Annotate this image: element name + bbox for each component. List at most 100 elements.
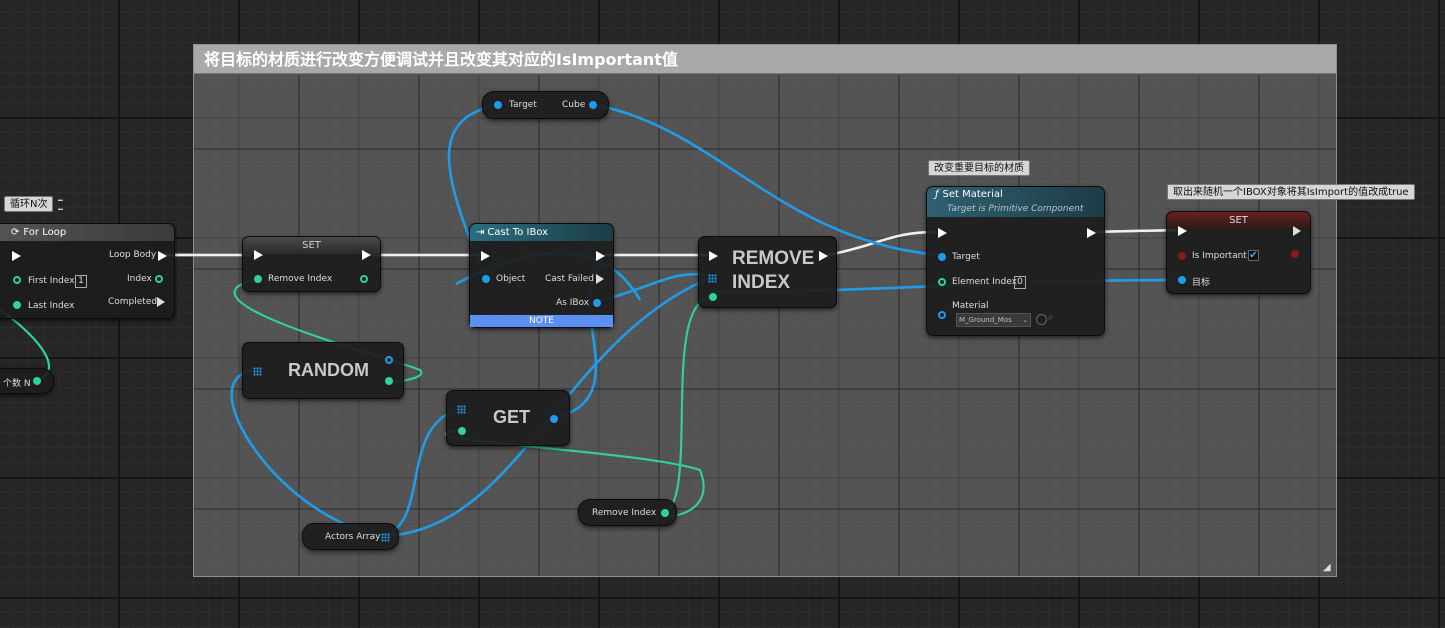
set-material-comment-text: 改变重要目标的材质 — [934, 163, 1024, 174]
set-title: SET — [302, 240, 321, 251]
set-important-comment-text: 取出来随机一个IBOX对象将其IsImport的值改成true — [1173, 187, 1409, 198]
remove-index-node[interactable]: REMOVE INDEX — [698, 236, 837, 308]
pin-icon[interactable]: ━ ━ — [58, 196, 63, 214]
for-loop-title: For Loop — [23, 227, 67, 238]
count-n-node[interactable]: 个数 N — [0, 368, 54, 394]
set-exec-in-pin[interactable] — [254, 250, 263, 260]
random-label: RANDOM — [288, 360, 369, 380]
wires-overlay — [0, 103, 1181, 538]
loop-body-label: Loop Body — [109, 250, 157, 260]
set-important-node[interactable]: SET Is Important ✔ 目标 — [1166, 211, 1311, 294]
remove-index-in-pin[interactable] — [709, 293, 717, 301]
set-material-header: ƒ Set Material Target is Primitive Compon… — [927, 187, 1104, 217]
loop-body-pin[interactable] — [158, 251, 167, 261]
set-remove-index-pin[interactable] — [254, 275, 262, 283]
for-loop-header: ⟳ For Loop — [0, 224, 174, 241]
cube-label: Cube — [562, 100, 586, 110]
set-important-target-label: 目标 — [1192, 278, 1211, 288]
is-important-label: Is Important — [1192, 251, 1247, 261]
get-node[interactable]: GET — [446, 390, 570, 446]
is-important-checkbox[interactable]: ✔ — [1248, 250, 1259, 261]
cast-note-bar[interactable]: NOTE — [470, 315, 613, 327]
cube-out-pin[interactable] — [589, 101, 597, 109]
set-header: SET — [243, 237, 380, 254]
get-index-pin[interactable] — [458, 427, 466, 435]
index-pin[interactable] — [155, 275, 163, 283]
loop-icon: ⟳ — [11, 227, 20, 238]
cast-object-label: Object — [496, 274, 526, 284]
cast-title: Cast To IBox — [487, 227, 549, 238]
first-index-pin[interactable] — [13, 276, 21, 284]
last-index-pin[interactable] — [13, 301, 21, 309]
set-material-node[interactable]: ƒ Set Material Target is Primitive Compon… — [926, 186, 1105, 336]
element-index-pin[interactable] — [938, 278, 946, 286]
last-index-label: Last Index — [28, 301, 75, 311]
get-out-pin[interactable] — [550, 415, 558, 423]
cast-failed-label: Cast Failed — [545, 274, 594, 284]
cast-icon: ⇥ — [476, 227, 485, 238]
set-material-exec-in-pin[interactable] — [938, 228, 947, 238]
remove-array-in-icon[interactable] — [708, 274, 717, 283]
cast-header: ⇥ Cast To IBox — [470, 224, 613, 241]
cube-target-pin[interactable] — [494, 101, 502, 109]
set-material-target-label: Target — [952, 252, 980, 262]
set-material-subtitle: Target is Primitive Component — [947, 204, 1084, 214]
as-ibox-pin[interactable] — [593, 299, 601, 307]
remove-exec-in-pin[interactable] — [709, 251, 718, 261]
loop-comment-text: 循环N次 — [10, 199, 48, 210]
set-important-comment-bubble[interactable]: 取出来随机一个IBOX对象将其IsImport的值改成true — [1167, 184, 1415, 200]
cast-to-ibox-node[interactable]: ⇥ Cast To IBox Object Cast Failed As IBox… — [469, 223, 614, 328]
search-icon[interactable]: ⌕ — [1048, 312, 1054, 323]
first-index-label: First Index — [28, 276, 75, 286]
count-n-pin[interactable] — [33, 377, 41, 385]
remove-exec-out-pin[interactable] — [819, 251, 828, 261]
remove-index-var-label: Remove Index — [592, 508, 657, 518]
random-node[interactable]: RANDOM — [242, 342, 404, 399]
set-material-comment-bubble[interactable]: 改变重要目标的材质 — [928, 160, 1030, 176]
actors-array-node[interactable]: Actors Array — [302, 523, 399, 550]
loop-comment-bubble[interactable]: 循环N次 — [4, 196, 54, 212]
cast-exec-in-pin[interactable] — [481, 251, 490, 261]
get-label: GET — [493, 407, 531, 427]
set-material-exec-out-pin[interactable] — [1087, 228, 1096, 238]
random-array-in-icon[interactable] — [253, 367, 262, 376]
cube-target-label: Target — [509, 100, 537, 110]
random-index-pin[interactable] — [385, 377, 393, 385]
for-loop-node[interactable]: ⟳ For Loop Loop Body First Index 1 Index … — [0, 223, 175, 319]
index-label: Index — [127, 274, 152, 284]
set-important-exec-in-pin[interactable] — [1178, 226, 1187, 236]
cast-object-pin[interactable] — [482, 275, 490, 283]
set-important-exec-out-pin[interactable] — [1293, 226, 1301, 236]
material-select[interactable]: M_Ground_Mos ⌄ — [956, 313, 1031, 327]
remove-label-line1: REMOVE — [732, 248, 815, 269]
set-remove-index-out-pin[interactable] — [360, 275, 368, 283]
set-important-title: SET — [1229, 215, 1248, 226]
set-material-title: Set Material — [942, 189, 1003, 200]
completed-pin[interactable] — [157, 297, 165, 307]
set-important-header: SET — [1167, 212, 1310, 229]
actors-array-out-icon[interactable] — [381, 533, 390, 542]
cube-get-node[interactable]: Target Cube — [482, 91, 609, 119]
first-index-value[interactable]: 1 — [75, 275, 87, 288]
cast-failed-pin[interactable] — [596, 274, 604, 284]
is-important-pin[interactable] — [1178, 252, 1186, 260]
material-pin[interactable] — [938, 311, 946, 319]
is-important-out-pin[interactable] — [1291, 250, 1299, 258]
get-array-in-icon[interactable] — [457, 405, 466, 414]
exec-in-pin[interactable] — [12, 251, 21, 261]
cast-exec-out-pin[interactable] — [596, 251, 605, 261]
count-n-label: 个数 N — [3, 379, 31, 389]
remove-index-var-pin[interactable] — [661, 509, 669, 517]
as-ibox-label: As IBox — [556, 298, 590, 308]
set-material-target-pin[interactable] — [938, 253, 946, 261]
completed-label: Completed — [108, 297, 158, 307]
remove-index-var-node[interactable]: Remove Index — [578, 499, 677, 526]
remove-label-line2: INDEX — [732, 272, 791, 293]
random-out-pin[interactable] — [385, 356, 393, 364]
use-selected-icon[interactable] — [1036, 314, 1047, 325]
set-remove-index-node[interactable]: SET Remove Index — [242, 236, 381, 292]
set-important-target-pin[interactable] — [1178, 276, 1186, 284]
element-index-value[interactable]: 0 — [1014, 276, 1026, 289]
element-index-label: Element Index — [952, 277, 1017, 287]
set-exec-out-pin[interactable] — [362, 250, 371, 260]
